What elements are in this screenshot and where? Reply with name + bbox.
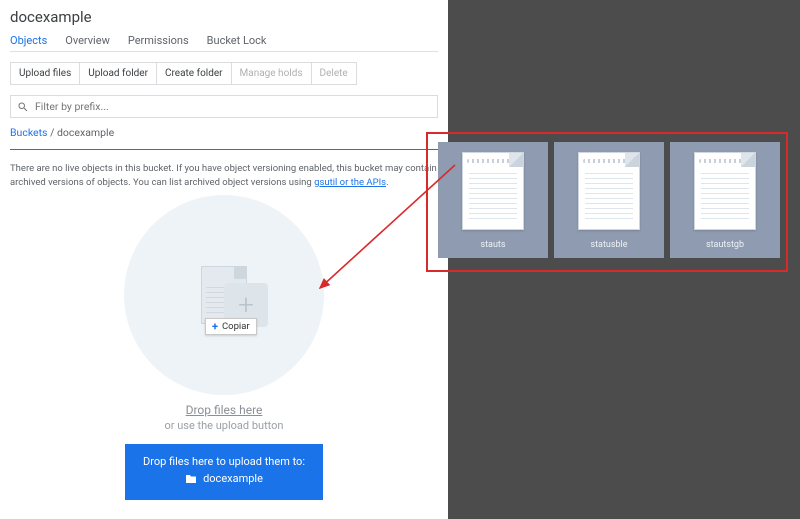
file-icon: [462, 152, 524, 230]
file-name: statusble: [590, 240, 627, 250]
search-icon: [17, 101, 29, 113]
page-title: docexample: [10, 6, 438, 34]
tabs-bar: Objects Overview Permissions Bucket Lock: [10, 34, 438, 52]
file-icon: [578, 152, 640, 230]
manage-holds-button: Manage holds: [232, 62, 312, 85]
storage-bucket-panel: docexample Objects Overview Permissions …: [0, 0, 448, 519]
file-name: stauts: [480, 240, 505, 250]
drop-sub-text: or use the upload button: [164, 419, 283, 432]
tab-bucket-lock[interactable]: Bucket Lock: [207, 34, 267, 47]
desktop-file[interactable]: stautstgb: [670, 142, 780, 258]
upload-folder-button[interactable]: Upload folder: [80, 62, 157, 85]
filter-row[interactable]: [10, 95, 438, 118]
filter-input[interactable]: [35, 100, 431, 113]
tab-overview[interactable]: Overview: [65, 34, 110, 47]
gsutil-apis-link[interactable]: gsutil or the APIs: [314, 177, 386, 188]
drop-circle: +: [124, 195, 324, 395]
upload-files-button[interactable]: Upload files: [10, 62, 80, 85]
breadcrumb-root[interactable]: Buckets: [10, 126, 47, 139]
plus-icon: +: [212, 321, 218, 332]
tab-permissions[interactable]: Permissions: [128, 34, 189, 47]
file-icon: [694, 152, 756, 230]
desktop-file[interactable]: statusble: [554, 142, 664, 258]
desktop-files: stauts statusble stautstgb: [438, 142, 780, 258]
empty-bucket-message: There are no live objects in this bucket…: [10, 162, 438, 190]
banner-bucket: docexample: [203, 471, 263, 486]
delete-button: Delete: [312, 62, 357, 85]
breadcrumb-sep: /: [47, 126, 57, 139]
drop-files-text: Drop files here: [186, 403, 263, 417]
upload-banner: Drop files here to upload them to: docex…: [125, 444, 323, 500]
desktop-file[interactable]: stauts: [438, 142, 548, 258]
toolbar: Upload files Upload folder Create folder…: [10, 62, 438, 85]
file-name: stautstgb: [706, 240, 744, 250]
create-folder-button[interactable]: Create folder: [157, 62, 232, 85]
desktop-area: stauts statusble stautstgb: [448, 0, 800, 519]
copiar-label: Copiar: [222, 321, 250, 332]
section-divider: [10, 149, 438, 150]
drag-copy-tooltip: + Copiar: [205, 318, 257, 335]
breadcrumb-current: docexample: [57, 126, 114, 139]
folder-icon: [185, 474, 197, 484]
drop-zone[interactable]: + Drop files here or use the upload butt…: [10, 190, 438, 519]
banner-line1: Drop files here to upload them to:: [143, 454, 305, 469]
tab-objects[interactable]: Objects: [10, 34, 47, 47]
breadcrumb: Buckets / docexample: [10, 126, 438, 145]
